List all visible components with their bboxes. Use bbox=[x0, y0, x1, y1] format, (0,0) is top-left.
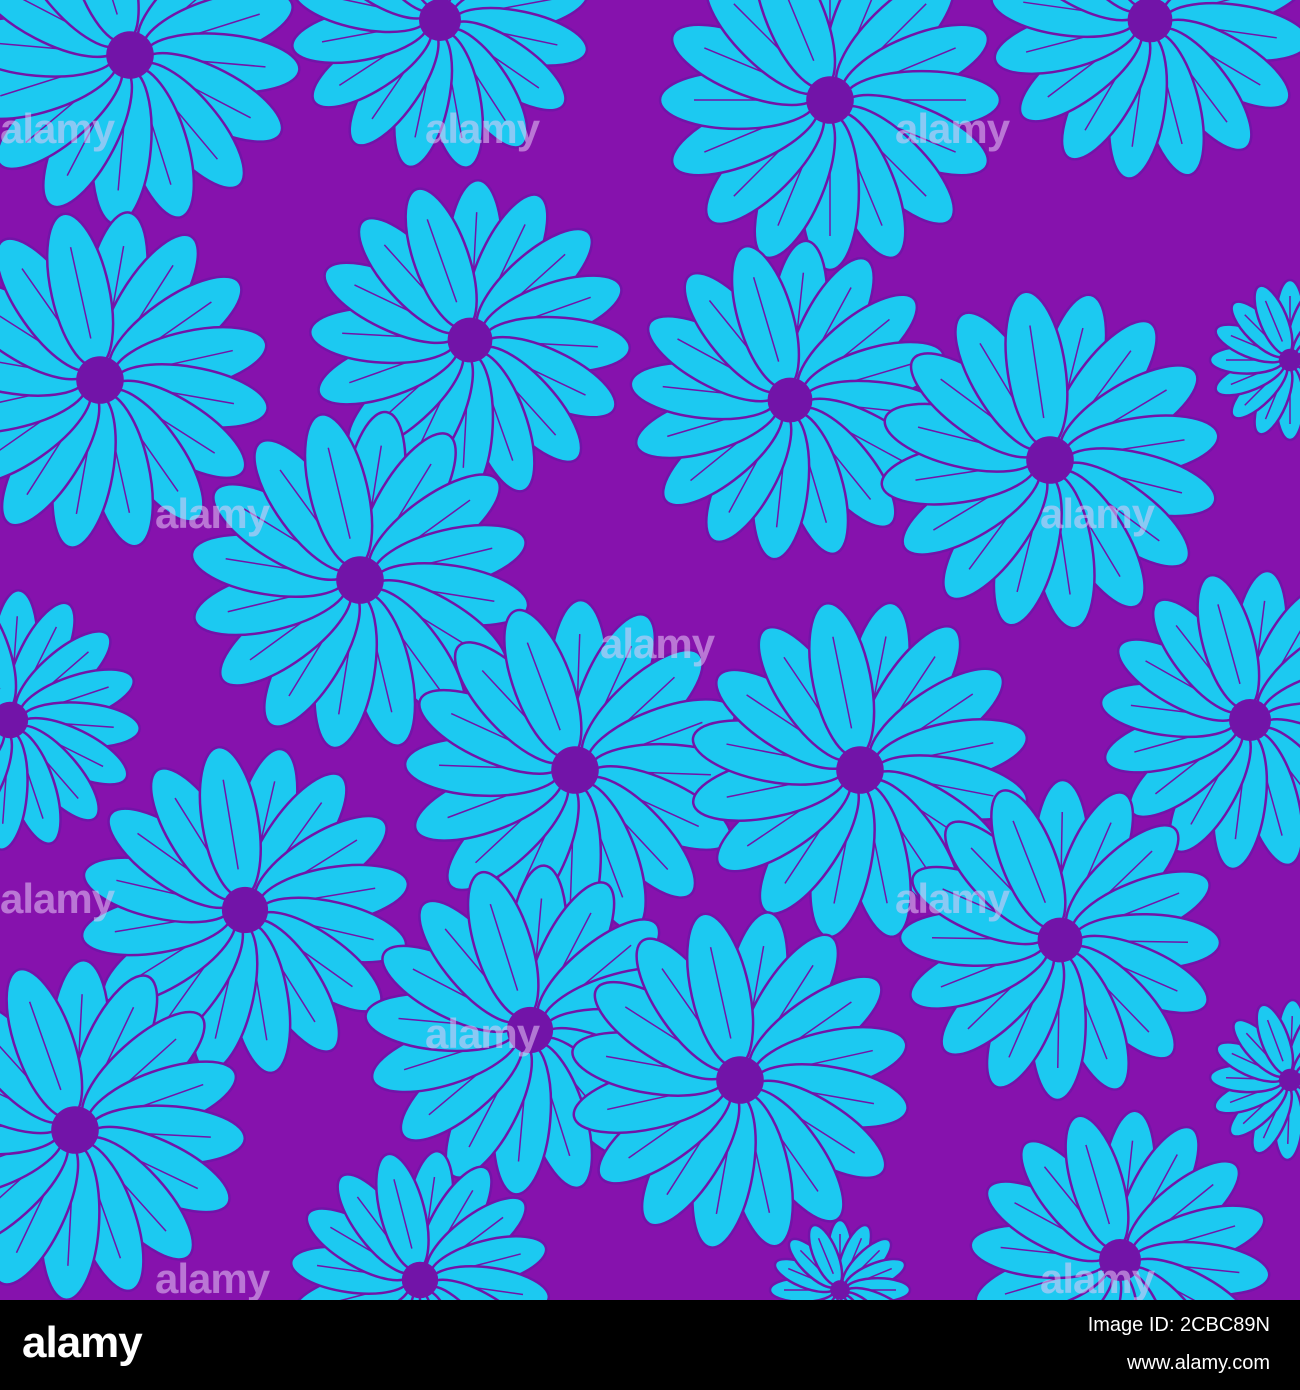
daisy-center bbox=[551, 746, 599, 794]
daisy-center bbox=[76, 356, 124, 404]
daisy-center bbox=[506, 1006, 554, 1054]
alamy-logo: alamy bbox=[22, 1318, 143, 1367]
daisy-center bbox=[221, 886, 269, 934]
floral-pattern-svg bbox=[0, 0, 1300, 1300]
stock-footer-bar: alamy Image ID: 2CBC89N www.alamy.com bbox=[0, 1300, 1300, 1390]
daisy-center bbox=[806, 76, 854, 124]
daisy-center bbox=[401, 1261, 439, 1299]
daisy-center bbox=[767, 377, 813, 423]
daisy-center bbox=[1026, 436, 1074, 484]
daisy-center bbox=[836, 746, 884, 794]
image-id-text: Image ID: 2CBC89N bbox=[1087, 1314, 1270, 1336]
daisy-center bbox=[106, 31, 154, 79]
daisy-flower bbox=[898, 778, 1222, 1102]
alamy-url-text: www.alamy.com bbox=[1127, 1352, 1270, 1374]
daisy-center bbox=[447, 317, 493, 363]
daisy-center bbox=[830, 1280, 850, 1300]
daisy-center bbox=[419, 0, 461, 41]
daisy-center bbox=[1229, 699, 1271, 741]
daisy-center bbox=[716, 1056, 764, 1104]
floral-pattern-image bbox=[0, 0, 1300, 1300]
daisy-center bbox=[51, 1106, 99, 1154]
daisy-center bbox=[1037, 917, 1083, 963]
daisy-center bbox=[1099, 1239, 1141, 1281]
daisy-center bbox=[336, 556, 384, 604]
daisy-flower bbox=[403, 598, 747, 942]
